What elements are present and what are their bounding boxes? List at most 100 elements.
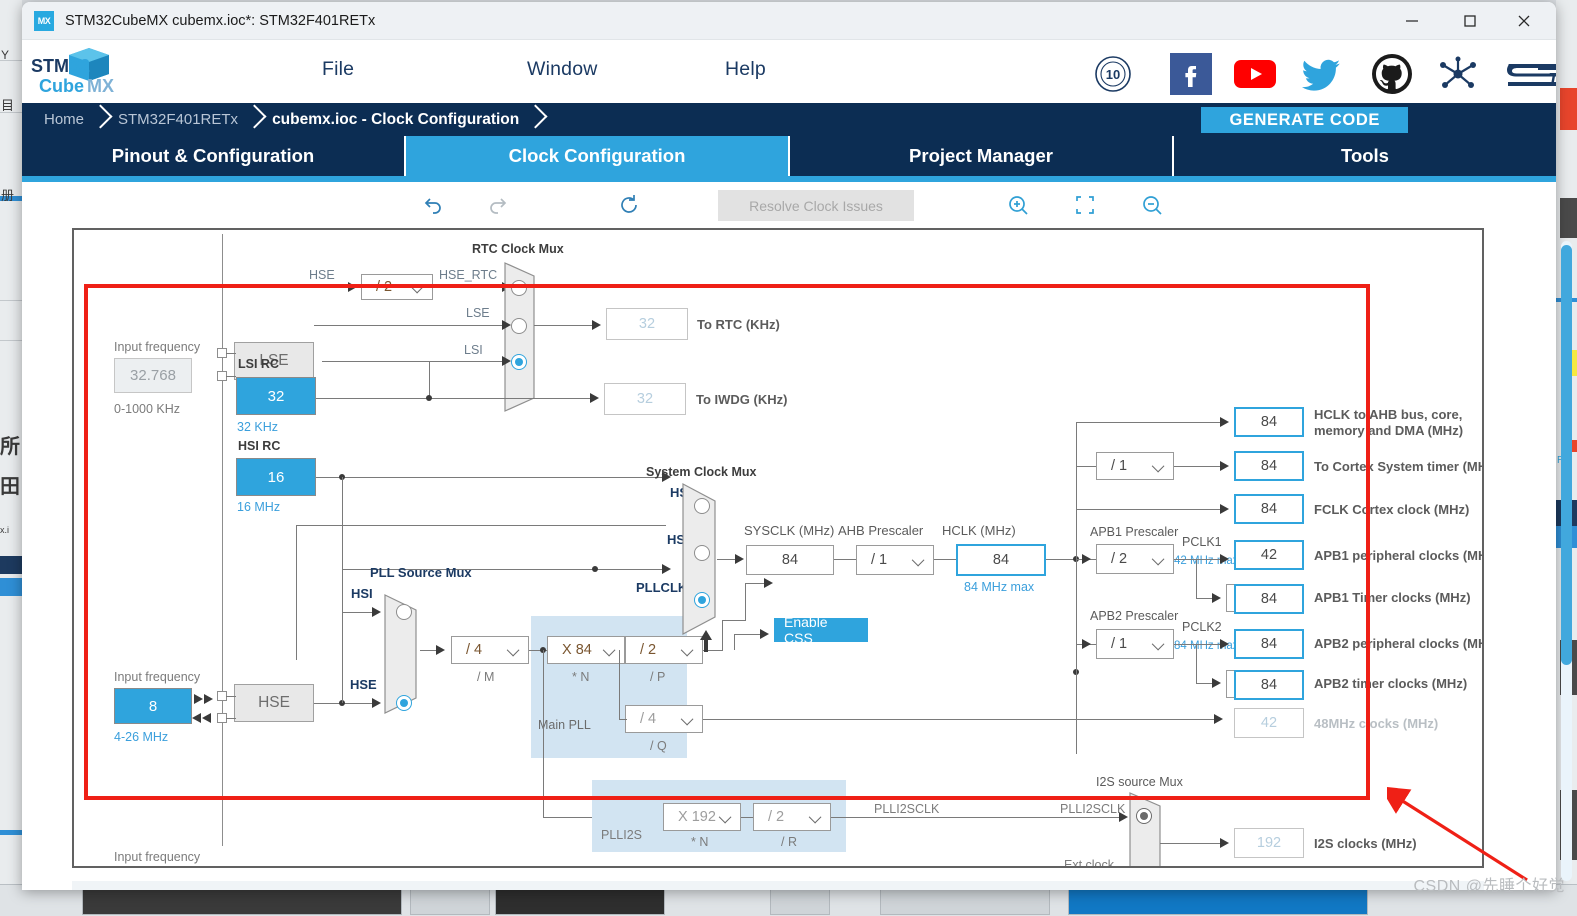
redo-icon[interactable]: [484, 190, 514, 220]
taskbar-item[interactable]: [82, 889, 402, 915]
hclk-label: HCLK (MHz): [942, 523, 1016, 538]
pll-m-divider-select[interactable]: / 4: [451, 636, 529, 664]
apb1-prescaler-label: APB1 Prescaler: [1090, 525, 1179, 539]
close-button[interactable]: [1500, 2, 1548, 40]
sys-mux-input-hse[interactable]: [694, 545, 710, 561]
tab-clock-configuration[interactable]: Clock Configuration: [406, 136, 790, 176]
chevron-down-icon: [1151, 459, 1165, 473]
st-logo-icon[interactable]: T: [1502, 52, 1556, 96]
menu-file[interactable]: File: [322, 58, 354, 81]
pll-mux-input-hsi[interactable]: [396, 604, 412, 620]
horizontal-scrollbar[interactable]: [72, 881, 1484, 890]
github-icon[interactable]: [1370, 52, 1414, 96]
hse-input-frequency-label: Input frequency: [114, 670, 201, 684]
undo-icon[interactable]: [417, 190, 447, 220]
menu-window[interactable]: Window: [527, 58, 598, 81]
chevron-down-icon: [911, 553, 925, 567]
output-value-apb2-periph[interactable]: 84: [1234, 629, 1304, 659]
rtc-mux-lse-label: LSE: [466, 306, 490, 320]
taskbar-item[interactable]: [1068, 889, 1368, 915]
breadcrumb-item-device[interactable]: STM32F401RETx: [114, 103, 242, 136]
rtc-mux-input-lsi[interactable]: [511, 354, 527, 370]
taskbar-item[interactable]: [410, 889, 490, 915]
apb2-prescaler-value: / 1: [1111, 636, 1128, 652]
enable-css-button[interactable]: Enable CSS: [774, 614, 868, 646]
to-iwdg-value[interactable]: 32: [604, 383, 686, 415]
minimize-button[interactable]: [1388, 2, 1436, 40]
bg-text: Y: [1, 48, 10, 62]
fit-screen-icon[interactable]: [1070, 190, 1100, 220]
i2s-mux-input-ext-clock[interactable]: [1136, 867, 1152, 868]
output-value-apb1-timer[interactable]: 84: [1234, 584, 1304, 614]
resolve-clock-issues-button[interactable]: Resolve Clock Issues: [718, 190, 914, 221]
breadcrumb: Home STM32F401RETx cubemx.ioc - Clock Co…: [22, 103, 1556, 136]
taskbar-item[interactable]: [880, 889, 1050, 915]
rtc-mux-input-hse-rtc[interactable]: [511, 280, 527, 296]
tab-pinout-configuration[interactable]: Pinout & Configuration: [22, 136, 406, 176]
plli2s-r-select[interactable]: / 2: [753, 803, 831, 831]
rtc-hse-label: HSE: [309, 268, 335, 282]
clock-diagram-viewport[interactable]: Input frequency 32.768 0-1000 KHz LSE HS…: [72, 228, 1484, 868]
plli2s-n-select[interactable]: X 192: [663, 803, 741, 831]
plli2s-n-value: X 192: [678, 809, 716, 825]
menu-help[interactable]: Help: [725, 58, 766, 81]
taskbar-item[interactable]: [770, 889, 830, 915]
bg-accent: [0, 578, 22, 596]
youtube-icon[interactable]: [1234, 53, 1276, 95]
i2s-mux-input-plli2sclk[interactable]: [1136, 808, 1152, 824]
i2s-output-value[interactable]: 192: [1234, 828, 1304, 858]
output-value-fclk[interactable]: 84: [1234, 494, 1304, 524]
maximize-button[interactable]: [1446, 2, 1494, 40]
rtc-hse-prescaler-select[interactable]: / 2: [361, 274, 433, 300]
pll-p-divider-select[interactable]: / 2: [625, 636, 703, 664]
cortex-prescaler-select[interactable]: / 1: [1096, 452, 1174, 480]
zoom-in-icon[interactable]: [1003, 190, 1033, 220]
i2s-source-mux[interactable]: [1129, 792, 1173, 868]
to-rtc-value[interactable]: 32: [606, 308, 688, 340]
to-rtc-label: To RTC (KHz): [697, 317, 780, 332]
hsi-rc-value[interactable]: 16: [236, 458, 316, 496]
output-value-cortex-timer[interactable]: 84: [1234, 451, 1304, 481]
hse-oscillator-block[interactable]: HSE: [234, 684, 314, 722]
lse-input-frequency-label: Input frequency: [114, 340, 201, 354]
supply-rail: [222, 234, 224, 846]
sys-mux-input-hsi[interactable]: [694, 498, 710, 514]
tab-tools[interactable]: Tools: [1174, 136, 1556, 176]
main-tab-bar: Pinout & Configuration Clock Configurati…: [22, 136, 1556, 176]
pll-n-multiplier-select[interactable]: X 84: [547, 636, 625, 664]
taskbar-item[interactable]: [495, 889, 665, 915]
lse-input-frequency-field[interactable]: 32.768: [114, 358, 192, 393]
vertical-scrollbar-thumb[interactable]: [1561, 245, 1572, 665]
plli2sclk-label-right: PLLI2SCLK: [1060, 802, 1126, 816]
sysclk-value[interactable]: 84: [746, 545, 834, 575]
hclk-value[interactable]: 84: [956, 544, 1046, 576]
lsi-rc-value[interactable]: 32: [236, 377, 316, 415]
twitter-icon[interactable]: [1300, 53, 1344, 95]
bg-text: 目: [1, 98, 15, 113]
apb2-prescaler-select[interactable]: / 1: [1096, 629, 1174, 659]
to-iwdg-label: To IWDG (KHz): [696, 392, 788, 407]
tab-project-manager[interactable]: Project Manager: [790, 136, 1174, 176]
breadcrumb-item-current[interactable]: cubemx.ioc - Clock Configuration: [268, 103, 523, 136]
sys-mux-input-pllclk[interactable]: [694, 592, 710, 608]
pll-q-value: / 4: [640, 711, 657, 727]
ahb-prescaler-select[interactable]: / 1: [856, 545, 934, 575]
anniversary-10-icon[interactable]: 10: [1094, 55, 1132, 93]
hse-input-frequency-field[interactable]: 8: [114, 688, 192, 724]
breadcrumb-item-home[interactable]: Home: [40, 103, 88, 136]
clock-diagram[interactable]: Input frequency 32.768 0-1000 KHz LSE HS…: [74, 230, 1482, 868]
community-icon[interactable]: [1436, 52, 1480, 96]
facebook-icon[interactable]: [1170, 53, 1212, 95]
pll-q-divider-select[interactable]: / 4: [625, 705, 703, 733]
rtc-mux-input-lse[interactable]: [511, 318, 527, 334]
output-value-apb2-timer[interactable]: 84: [1234, 670, 1304, 700]
apb1-prescaler-select[interactable]: / 2: [1096, 544, 1174, 574]
output-value-apb1-periph[interactable]: 42: [1234, 540, 1304, 570]
zoom-out-icon[interactable]: [1137, 190, 1167, 220]
pll-mux-input-hse[interactable]: [396, 695, 412, 711]
output-value-48mhz[interactable]: 42: [1234, 708, 1304, 738]
output-value-hclk-ahb[interactable]: 84: [1234, 407, 1304, 437]
apb2-prescaler-label: APB2 Prescaler: [1090, 609, 1179, 623]
reset-icon[interactable]: [614, 190, 644, 220]
generate-code-button[interactable]: GENERATE CODE: [1201, 107, 1408, 133]
